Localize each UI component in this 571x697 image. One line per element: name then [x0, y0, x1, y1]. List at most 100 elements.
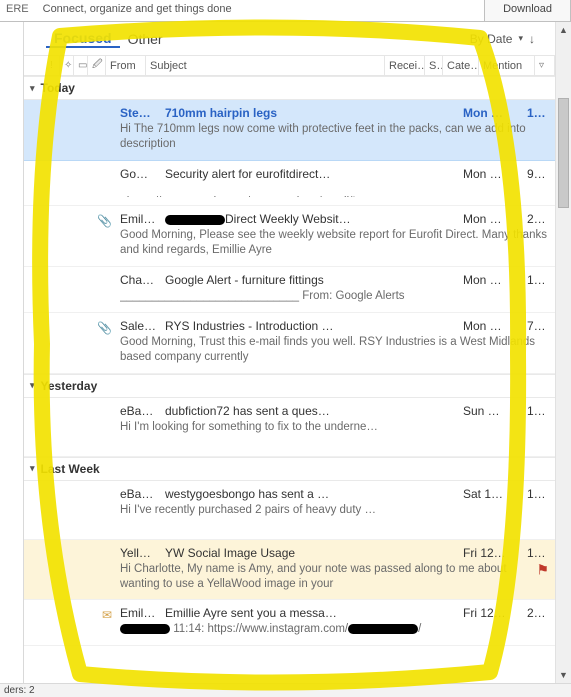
col-attachment[interactable]: 🖉 [88, 56, 106, 75]
message-count: 1… [527, 106, 549, 120]
tab-other[interactable]: Other [120, 31, 171, 47]
col-subject[interactable]: Subject [146, 56, 385, 75]
message-count: 1… [527, 546, 549, 560]
col-mentions[interactable]: Mention [479, 56, 535, 75]
message-preview: <https://www.gstatic.com/accountalerts/e… [120, 181, 549, 197]
message-row[interactable]: ✉ Emil…Emillie Ayre sent you a messa…Fri … [24, 600, 555, 646]
ribbon: ERE Connect, organize and get things don… [0, 0, 571, 22]
message-date: Mon … [463, 167, 527, 181]
group-label: Last Week [41, 462, 100, 476]
message-count: 2… [527, 212, 549, 226]
message-date: Sun … [463, 404, 527, 418]
message-count: 1… [527, 404, 549, 418]
message-count: 9… [527, 167, 549, 181]
col-categories[interactable]: Cate… [443, 56, 479, 75]
message-subject: Direct Weekly Websit… [165, 212, 463, 226]
chevron-down-icon: ▾ [30, 380, 35, 391]
message-preview: Good Morning, Please see the weekly webs… [120, 226, 549, 258]
message-from: Cha… [120, 273, 165, 287]
message-list[interactable]: ▾TodaySte…710mm hairpin legsMon …1…Hi Th… [24, 76, 555, 683]
message-subject: westygoesbongo has sent a … [165, 487, 463, 501]
message-subject: Emillie Ayre sent you a messa… [165, 606, 463, 620]
ribbon-motto: Connect, organize and get things done [35, 0, 484, 21]
message-list-pane: Focused Other By Date ▾ ↓ ! ✧ ▭ 🖉 From S… [24, 22, 555, 683]
message-row[interactable]: 📎 Sale…RYS Industries - Introduction …Mon… [24, 313, 555, 374]
col-flag[interactable]: ▿ [535, 56, 555, 75]
envelope-icon: ✉ [102, 608, 112, 622]
download-button[interactable]: Download [484, 0, 571, 21]
chevron-down-icon: ▾ [30, 83, 35, 94]
sort-by[interactable]: By Date ▾ ↓ [470, 32, 535, 46]
message-count: 7… [527, 319, 549, 333]
message-date: Mon … [463, 319, 527, 333]
message-subject: Google Alert - furniture fittings [165, 273, 463, 287]
message-preview: Good Morning, Trust this e-mail finds yo… [120, 333, 549, 365]
message-preview: 11:14: https://www.instagram.com// [120, 620, 549, 637]
group-header-today[interactable]: ▾ Today [24, 76, 555, 100]
column-headers: ! ✧ ▭ 🖉 From Subject Recei… S… Cate… Men… [24, 56, 555, 76]
flag-icon[interactable]: ⚑ [536, 561, 549, 578]
status-text: ders: 2 [4, 685, 35, 696]
col-from[interactable]: From [106, 56, 146, 75]
message-subject: dubfiction72 has sent a ques… [165, 404, 463, 418]
message-from: Ste… [120, 106, 165, 120]
sort-label: By Date [470, 32, 513, 46]
scrollbar[interactable]: ▲ ▼ [555, 22, 571, 683]
message-row[interactable]: Cha…Google Alert - furniture fittingsMon… [24, 267, 555, 313]
tab-focused[interactable]: Focused [46, 30, 120, 48]
message-subject: YW Social Image Usage [165, 546, 463, 560]
message-date: Sat 1… [463, 487, 527, 501]
message-from: Yell… [120, 546, 165, 560]
message-row[interactable]: eBa…westygoesbongo has sent a …Sat 1…1…H… [24, 481, 555, 540]
message-date: Fri 12… [463, 606, 527, 620]
message-subject: 710mm hairpin legs [165, 106, 463, 120]
col-reminder[interactable]: ✧ [60, 56, 74, 75]
ribbon-tag: ERE [0, 0, 35, 21]
message-from: Emil… [120, 606, 165, 620]
message-preview: Hi I'm looking for something to fix to t… [120, 418, 549, 434]
message-row[interactable]: Go…Security alert for eurofitdirect…Mon … [24, 161, 555, 206]
col-icon[interactable]: ▭ [74, 56, 88, 75]
message-count: 1… [527, 273, 549, 287]
scroll-up-icon[interactable]: ▲ [556, 22, 571, 38]
message-date: Fri 12… [463, 546, 527, 560]
message-count: 1… [527, 487, 549, 501]
message-date: Mon … [463, 106, 527, 120]
message-date: Mon … [463, 273, 527, 287]
message-preview: ____________________________ From: Googl… [120, 287, 549, 304]
sort-direction-icon[interactable]: ↓ [529, 32, 535, 46]
message-count: 2… [527, 606, 549, 620]
message-preview: Hi The 710mm legs now come with protecti… [120, 120, 549, 152]
status-bar: ders: 2 [0, 683, 571, 697]
message-preview: Hi I've recently purchased 2 pairs of he… [120, 501, 549, 517]
attachment-icon: 📎 [97, 321, 112, 335]
group-header-yesterday[interactable]: ▾ Yesterday [24, 374, 555, 398]
group-header-lastweek[interactable]: ▾ Last Week [24, 457, 555, 481]
message-row[interactable]: Ste…710mm hairpin legsMon …1…Hi The 710m… [24, 100, 555, 161]
message-subject: Security alert for eurofitdirect… [165, 167, 463, 181]
chevron-down-icon: ▾ [30, 463, 35, 474]
col-size[interactable]: S… [425, 56, 443, 75]
message-row[interactable]: Yell…YW Social Image UsageFri 12…1…Hi Ch… [24, 540, 555, 601]
message-subject: RYS Industries - Introduction … [165, 319, 463, 333]
scroll-track[interactable] [556, 38, 571, 667]
message-row[interactable]: eBa…dubfiction72 has sent a ques…Sun …1…… [24, 398, 555, 457]
message-row[interactable]: 📎 Emil…Direct Weekly Websit…Mon …2…Good M… [24, 206, 555, 267]
message-preview: Hi Charlotte, My name is Amy, and your n… [120, 560, 549, 592]
inbox-tabs: Focused Other By Date ▾ ↓ [24, 22, 555, 56]
message-from: Go… [120, 167, 165, 181]
scroll-down-icon[interactable]: ▼ [556, 667, 571, 683]
chevron-down-icon: ▾ [518, 33, 523, 44]
col-importance[interactable]: ! [46, 56, 60, 75]
attachment-icon: 📎 [97, 214, 112, 228]
left-rail [0, 22, 24, 697]
col-received[interactable]: Recei… [385, 56, 425, 75]
message-from: Emil… [120, 212, 165, 226]
message-date: Mon … [463, 212, 527, 226]
message-from: eBa… [120, 404, 165, 418]
scroll-thumb[interactable] [558, 98, 569, 208]
message-from: eBa… [120, 487, 165, 501]
message-from: Sale… [120, 319, 165, 333]
group-label: Today [41, 81, 75, 95]
group-label: Yesterday [41, 379, 98, 393]
